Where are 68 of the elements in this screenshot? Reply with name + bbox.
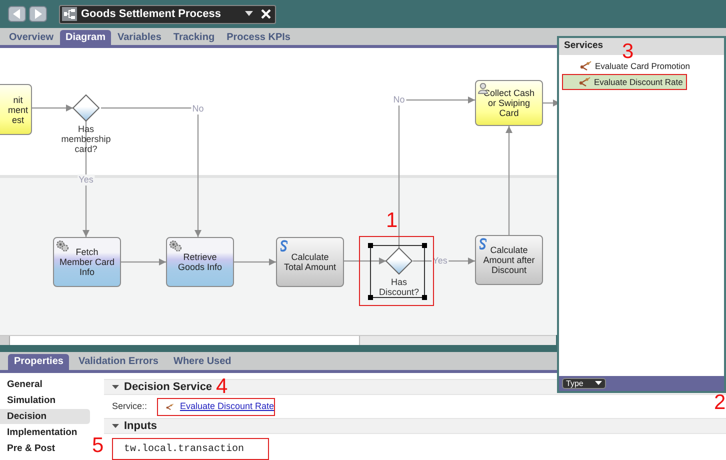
input-field[interactable]: tw.local.transaction [112, 438, 269, 460]
task-node[interactable]: Calculate Total Amount [276, 237, 344, 287]
horizontal-scrollbar[interactable] [0, 335, 556, 345]
service-icon [166, 402, 174, 412]
editor-tab[interactable]: Variables [112, 30, 166, 45]
task-label: Calculate Total Amount [284, 252, 336, 272]
process-selector[interactable]: Goods Settlement Process [59, 4, 276, 24]
decision-diamond[interactable] [72, 94, 100, 122]
caret-icon [245, 11, 253, 17]
field-label: Service:: [112, 400, 148, 413]
task-label: Fetch Member Card Info [59, 247, 114, 277]
editor-tab[interactable]: Overview [4, 30, 58, 45]
properties-nav-item[interactable]: General [0, 377, 90, 392]
gateway-label: Has membership card? [61, 124, 111, 154]
panel-title: Services [564, 39, 604, 54]
service-icon [579, 77, 591, 87]
properties-nav-item[interactable]: Implementation [0, 425, 90, 440]
connector-arrow [344, 258, 386, 264]
back-button[interactable] [8, 6, 26, 22]
properties-tab[interactable]: Validation Errors [72, 354, 164, 370]
edge-label: No [392, 94, 406, 106]
task-node[interactable]: Calculate Amount after Discount [475, 235, 543, 285]
edge-label: Yes [432, 256, 448, 266]
task-label: nit ment est [8, 94, 28, 124]
section-title: Inputs [124, 418, 157, 434]
editor-tab[interactable]: Process KPIs [222, 30, 296, 45]
gears-icon [169, 240, 182, 252]
connector-arrow [234, 258, 276, 266]
window-title: Goods Settlement Process [81, 6, 222, 22]
annotation-number: 2 [714, 392, 726, 414]
task-node[interactable]: nit ment est [0, 84, 32, 135]
properties-nav-item[interactable]: Simulation [0, 393, 90, 408]
section-header[interactable]: Inputs [104, 418, 726, 434]
type-dropdown[interactable]: Type [562, 378, 606, 389]
task-label: Retrieve Goods Info [178, 252, 222, 272]
script-icon [478, 238, 488, 250]
service-list-item[interactable]: Evaluate Discount Rate [562, 74, 687, 90]
gears-icon [56, 240, 69, 252]
gateway-label: Has Discount? [378, 277, 420, 297]
properties-tab[interactable]: Where Used [168, 354, 238, 370]
editor-tab[interactable]: Diagram [60, 30, 110, 45]
collapse-triangle-icon[interactable] [112, 384, 119, 390]
editor-tab[interactable]: Tracking [168, 30, 220, 45]
task-node[interactable]: Fetch Member Card Info [53, 237, 121, 287]
connector-arrow [121, 258, 166, 266]
edge-label: Yes [78, 174, 94, 186]
edge-label: No [191, 104, 205, 114]
service-icon [580, 61, 592, 71]
task-node[interactable]: Retrieve Goods Info [166, 237, 234, 287]
forward-button[interactable] [29, 6, 47, 22]
caret-icon [595, 381, 602, 386]
properties-tab[interactable]: Properties [8, 354, 70, 370]
task-label: Calculate Amount after Discount [483, 245, 535, 275]
decision-diamond[interactable] [385, 247, 413, 275]
annotation-number: 1 [386, 210, 398, 232]
selection-frame[interactable] [370, 245, 425, 298]
script-icon [279, 240, 289, 252]
annotation-number: 4 [216, 376, 228, 398]
process-icon [62, 7, 77, 21]
properties-nav-item[interactable]: Pre & Post [0, 441, 90, 456]
close-icon[interactable] [261, 9, 271, 19]
collapse-triangle-icon[interactable] [112, 424, 119, 428]
connector-arrow [32, 104, 73, 112]
section-title: Decision Service [124, 380, 212, 395]
service-name: Evaluate Discount Rate [594, 76, 683, 88]
properties-nav-item[interactable]: Decision [0, 409, 90, 424]
annotation-number: 5 [92, 435, 104, 457]
service-link[interactable]: Evaluate Discount Rate [180, 400, 274, 414]
